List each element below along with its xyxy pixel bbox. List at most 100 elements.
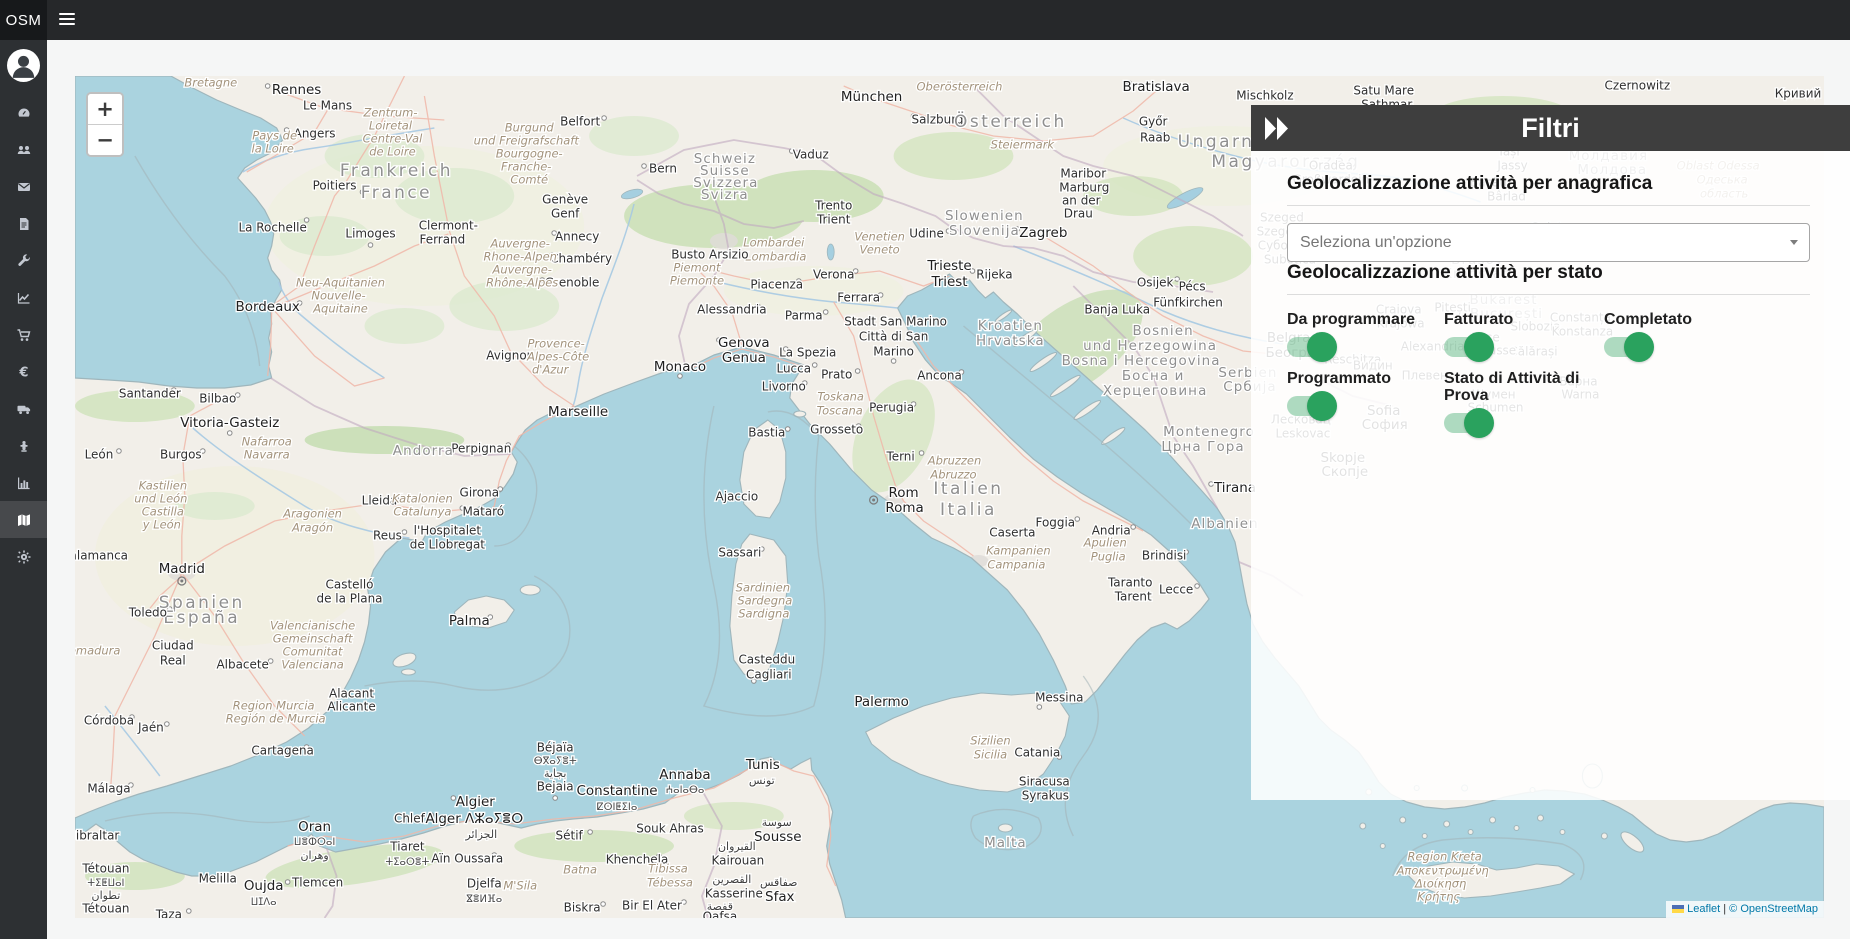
map-label: Italia	[940, 500, 997, 520]
map-label: Batna	[563, 862, 597, 876]
map-label: Alacant	[329, 686, 374, 700]
map-label: Jaén	[137, 720, 164, 734]
truck-icon	[16, 401, 32, 417]
map-label: Raab	[1140, 130, 1170, 144]
map-label: Le Mans	[303, 98, 352, 112]
map-label: Босна и	[1122, 368, 1185, 384]
map-label: الجزائر	[464, 828, 497, 841]
map-label: سوسة	[762, 816, 792, 829]
map-label: Mataró	[462, 504, 504, 518]
map-label: Chambéry	[550, 251, 612, 265]
openstreetmap-link[interactable]: © OpenStreetMap	[1729, 903, 1818, 915]
sidebar-item-reports[interactable]	[0, 464, 47, 501]
sidebar-item-analytics[interactable]	[0, 279, 47, 316]
map-label: Andria	[1092, 523, 1131, 537]
toggle-switch[interactable]	[1287, 337, 1333, 357]
map-label: Taranto	[1107, 575, 1152, 589]
sidebar-item-equipment[interactable]	[0, 427, 47, 464]
map-label: Kroatien	[978, 318, 1043, 334]
map-label: Foggia	[1036, 515, 1076, 529]
toggle-cell: Fatturato	[1444, 312, 1604, 357]
sidebar-item-transport[interactable]	[0, 390, 47, 427]
map-label: Madrid	[159, 561, 205, 577]
toggle-switch[interactable]	[1287, 396, 1333, 416]
map-label: l'Hospitalet	[414, 523, 482, 537]
map-label: Girona	[460, 485, 499, 499]
map-label: Siracusa	[1019, 774, 1070, 788]
map-label: Burgund	[505, 120, 555, 134]
city-marker	[919, 451, 924, 456]
toggle-switch[interactable]	[1444, 413, 1490, 433]
map-label: Lombardei	[743, 235, 805, 249]
sidebar-item-tools[interactable]	[0, 242, 47, 279]
map-label: Nafarroa	[242, 434, 292, 448]
map-label: Tétouan	[81, 901, 129, 915]
map-label: ⵜⵉⴰⵔⴻⵜ	[386, 857, 430, 868]
user-avatar[interactable]	[7, 49, 40, 82]
map-label: Tarent	[1114, 589, 1152, 603]
sidebar: €	[0, 40, 47, 939]
ukraine-flag-icon	[1672, 905, 1684, 913]
map-label: Győr	[1139, 114, 1168, 128]
map-label: Trient	[816, 212, 851, 226]
zoom-in-button[interactable]: +	[88, 94, 122, 125]
hamburger-menu-icon[interactable]	[59, 13, 75, 27]
sidebar-item-map[interactable]	[0, 501, 47, 538]
map-label: Parma	[785, 308, 823, 322]
map-label: Sardigna	[738, 606, 789, 620]
sidebar-item-users[interactable]	[0, 131, 47, 168]
map-label: de la Plana	[317, 591, 383, 605]
map-label: Livorno	[762, 379, 806, 393]
map-label: Marseille	[548, 404, 608, 420]
map-label: Comunitat	[283, 644, 343, 658]
map-label: Palma	[449, 613, 490, 629]
leaflet-link[interactable]: Leaflet	[1687, 903, 1720, 915]
map-label: Piemont	[673, 260, 721, 274]
map-label: France	[361, 183, 432, 203]
map-label: Valencianische	[270, 618, 355, 632]
section-heading-anagrafica: Geolocalizzazione attività per anagrafic…	[1287, 173, 1810, 206]
city-marker	[187, 909, 192, 914]
sidebar-item-billing[interactable]: €	[0, 353, 47, 390]
map-label: Pays de	[252, 128, 297, 142]
toggle-switch[interactable]	[1444, 337, 1490, 357]
map-label: Bilbao	[199, 391, 236, 405]
app-logo[interactable]: OSM	[0, 0, 47, 40]
map-label: Aïn Oussara	[431, 851, 503, 865]
sidebar-item-dashboard[interactable]	[0, 94, 47, 131]
map-label: La Spezia	[779, 345, 836, 359]
toggle-switch[interactable]	[1604, 337, 1650, 357]
map-label: Drau	[1064, 206, 1093, 220]
map-label: Ferrara	[837, 290, 880, 304]
map-label: Genova	[718, 335, 770, 351]
map-label: Messina	[1035, 690, 1083, 704]
map-label: Oujda	[244, 878, 284, 894]
toggle-label: Programmato	[1287, 371, 1437, 388]
map-label: Córdoba	[84, 713, 134, 727]
sidebar-item-orders[interactable]	[0, 316, 47, 353]
toggle-knob	[1464, 332, 1494, 362]
map-label: Satu Mare	[1353, 83, 1414, 97]
map-label: Ferrand	[420, 232, 466, 246]
map-label: Marino	[873, 344, 914, 358]
map-label: Región de Murcia	[226, 711, 326, 725]
filter-panel: Filtri Geolocalizzazione attività per an…	[1251, 105, 1850, 800]
sidebar-item-documents[interactable]	[0, 205, 47, 242]
zoom-out-button[interactable]: −	[88, 125, 122, 155]
map-label: Puglia	[1091, 549, 1126, 563]
map-label: Oran	[298, 819, 331, 835]
map-label: Ciudad	[152, 638, 194, 652]
map-label: وهران	[300, 849, 328, 862]
map-label: Caserta	[989, 525, 1035, 539]
map-label: Melilla	[199, 871, 237, 885]
map-label: Santander	[119, 386, 181, 400]
map-label: Bastia	[748, 425, 785, 439]
toggle-knob	[1624, 332, 1654, 362]
map-label: Toledo	[128, 605, 167, 619]
map-label: Marburg	[1059, 180, 1109, 194]
map-label: Sicilia	[974, 747, 1007, 761]
anagrafica-select[interactable]: Seleziona un'opzione	[1287, 223, 1810, 262]
sidebar-item-mail[interactable]	[0, 168, 47, 205]
toggle-cell: Programmato	[1287, 371, 1444, 433]
sidebar-item-settings[interactable]	[0, 538, 47, 575]
